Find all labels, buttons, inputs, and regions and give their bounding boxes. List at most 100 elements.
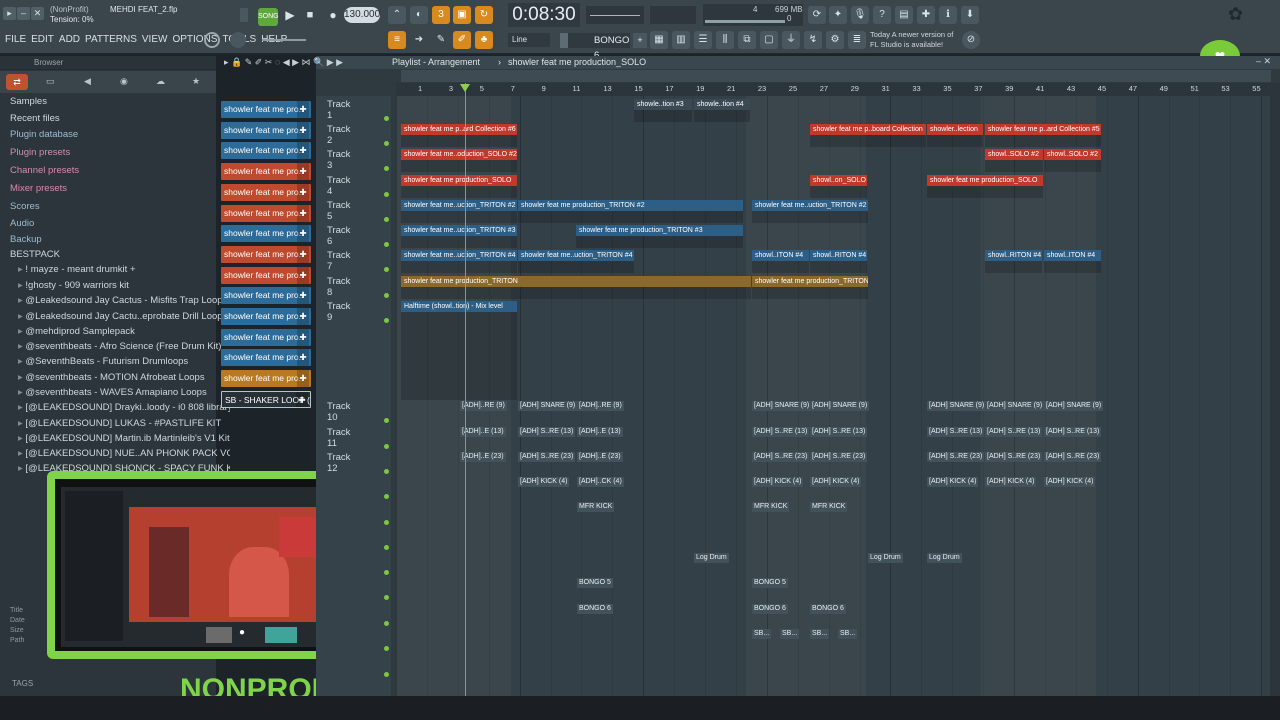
pattern-clip[interactable]: [ADH] SNARE (9) [518,401,578,411]
track-label[interactable]: Track 6 [327,225,350,247]
playlist-clip[interactable]: showler feat me..uction_TRITON #3 [401,225,517,236]
browser-folder-item[interactable]: ▸ ! mayze - meant drumkit + [18,264,230,279]
browser-category-item[interactable]: Scores [10,201,222,216]
browser-folder-item[interactable]: ▸ @seventhbeats - Afro Science (Free Dru… [18,341,230,356]
menu-arrow-icon[interactable]: ▸ [3,7,16,20]
clip-body[interactable] [810,135,926,147]
mixer-view-icon[interactable]: ⫼ [716,31,734,49]
clip-body[interactable] [401,211,517,223]
channel-button[interactable]: SB - SHAKER LOOP (2) ✚ [221,390,311,408]
playhead[interactable] [465,83,466,696]
track-mute-led[interactable] [384,672,389,677]
clip-body[interactable] [401,186,517,198]
playlist-clip[interactable]: showl..RITON #4 [810,250,867,261]
browser-folder-item[interactable]: ▸ @seventhbeats - MOTION Afrobeat Loops [18,372,230,387]
track-mute-led[interactable] [384,444,389,449]
pattern-clip[interactable]: SB... [752,629,772,639]
loop-record-icon[interactable]: ↻ [475,6,493,24]
track-mute-led[interactable] [384,570,389,575]
track-label[interactable]: Track 11 [327,427,350,449]
browser-category-item[interactable]: Plugin presets [10,147,222,162]
playlist-clip[interactable]: showler feat me p..ard Collection #6 [401,124,517,135]
channel-button[interactable]: showler feat me pro.. ✚ [221,287,311,305]
channel-button[interactable]: showler feat me pro.. ✚ [221,204,311,222]
browser-folder-item[interactable]: ▸ [@LEAKEDSOUND] Martin.ib Martinleib's … [18,433,230,448]
track-label[interactable]: Track 2 [327,124,350,146]
channel-add-icon[interactable]: ✚ [297,287,309,305]
track-label[interactable]: Track 5 [327,200,350,222]
play-icon[interactable]: ▶ [281,6,299,24]
browser-plugin-tab-icon[interactable]: ◉ [120,76,128,87]
pattern-clip[interactable]: [ADH] S..RE (13) [810,427,868,437]
track-label[interactable]: Track 1 [327,99,350,121]
playlist-clip[interactable]: showler feat me p..ard Collection #5 [985,124,1101,135]
clip-body[interactable] [752,287,868,299]
track-label[interactable]: Track 13 [327,477,350,499]
pattern-clip[interactable]: [ADH] KICK (4) [1044,477,1096,487]
menu-edit[interactable]: EDIT [31,34,54,45]
track-mute-led[interactable] [384,217,389,222]
menu-patterns[interactable]: PATTERNS [85,34,137,45]
channel-button[interactable]: showler feat me pro.. ✚ [221,349,311,367]
pattern-clip[interactable]: BONGO 6 [810,604,846,614]
master-pitch-knob[interactable] [204,32,220,48]
pattern-clip[interactable]: [ADH] SNARE (9) [1044,401,1104,411]
playlist-clip[interactable]: showl..RITON #4 [985,250,1042,261]
track-label[interactable]: Track 14 [327,503,350,525]
cpu-icon[interactable]: ✦ [829,6,847,24]
playlist-snap-icon[interactable]: ≡ [388,31,406,49]
menu-add[interactable]: ADD [59,34,80,45]
browser-folder-item[interactable]: ▸ @mehdiprod Samplepack [18,326,230,341]
tags-label[interactable]: TAGS [12,679,33,688]
track-label[interactable]: Track 16 [327,553,350,575]
pattern-clip[interactable]: Log Drum [868,553,903,563]
playlist-scrollbar[interactable] [401,70,1271,82]
pattern-clip[interactable]: [ADH] S..RE (13) [1044,427,1102,437]
clip-body[interactable] [576,236,743,248]
track-label[interactable]: Track 12 [327,452,350,474]
channel-button[interactable]: showler feat me pro.. ✚ [221,308,311,325]
pattern-clip[interactable]: [ADH] S..RE (23) [752,452,810,462]
clip-body[interactable] [810,186,867,198]
pattern-clip[interactable]: [ADH]..E (13) [577,427,623,437]
playlist-clip[interactable]: showle..tion #3 [634,99,692,110]
channel-button[interactable]: showler feat me pro.. ✚ [221,370,311,388]
channel-rack-icon[interactable]: ☰ [694,31,712,49]
browser-category-item[interactable]: Mixer presets [10,183,222,198]
pattern-clip[interactable]: MFR KICK [577,502,615,512]
track-mute-led[interactable] [384,646,389,651]
vertical-scrollbar[interactable] [1270,96,1280,696]
clip-body[interactable] [401,236,517,248]
pattern-clip[interactable]: MFR KICK [810,502,848,512]
track-mute-led[interactable] [384,267,389,272]
playlist-clip[interactable]: showler feat me..uction_TRITON #4 [401,250,517,261]
pattern-clip[interactable]: [ADH] S..RE (13) [985,427,1043,437]
pattern-clip[interactable]: BONGO 6 [752,604,788,614]
pattern-clip[interactable]: [ADH] S..RE (13) [752,427,810,437]
track-mute-led[interactable] [384,318,389,323]
menu-view[interactable]: VIEW [142,34,168,45]
pattern-selector[interactable]: BONGO 6 [560,33,630,61]
stop-icon[interactable]: ■ [301,6,319,24]
track-label[interactable]: Track 7 [327,250,350,272]
playlist-clip[interactable]: showler feat me..oduction_SOLO #2 [401,149,517,160]
channel-add-icon[interactable]: ✚ [296,391,308,407]
plug-icon[interactable]: ⏚ [782,31,800,49]
song-position-display[interactable]: 0:08:30 [508,3,580,27]
pattern-clip[interactable]: [ADH]..E (23) [577,452,623,462]
browser-category-item[interactable]: Audio [10,218,222,233]
pattern-clip[interactable]: [ADH] S..RE (13) [927,427,985,437]
browser-folder-item[interactable]: ▸ [@LEAKEDSOUND] Drayki..loody - i0 808 … [18,402,230,417]
pattern-clip[interactable]: [ADH] S..RE (13) [518,427,576,437]
pitch-slider[interactable] [262,39,306,41]
playlist-clip[interactable]: showler feat me..uction_TRITON #4 [518,250,634,261]
track-label[interactable]: Track 8 [327,276,350,298]
clip-body[interactable] [985,261,1042,273]
track-label[interactable]: Track 19 [327,629,350,651]
browser-folder-item[interactable]: ▸ [@LEAKEDSOUND] LUKAS - #PASTLIFE KIT [18,418,230,433]
track-label[interactable]: Track 10 [327,401,350,423]
pattern-clip[interactable]: [ADH] S..RE (23) [927,452,985,462]
menu-file[interactable]: FILE [5,34,26,45]
render-icon[interactable]: ⚙ [826,31,844,49]
track-label[interactable]: Track 4 [327,175,350,197]
